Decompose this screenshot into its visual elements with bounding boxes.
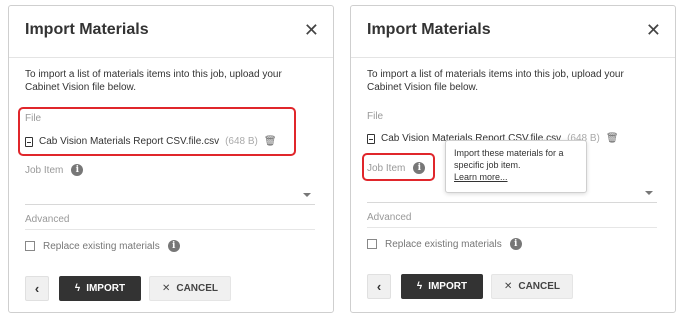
import-button-label: IMPORT: [428, 281, 468, 292]
chevron-down-icon[interactable]: [303, 193, 311, 197]
tooltip-text: Import these materials for a specific jo…: [454, 148, 564, 170]
dialog-title: Import Materials: [25, 21, 149, 38]
import-dialog-left: Import Materials ✕ To import a list of m…: [8, 5, 334, 313]
select-underline: [25, 204, 315, 205]
close-icon[interactable]: ✕: [646, 20, 661, 41]
lightning-icon: ϟ: [74, 283, 81, 294]
close-icon[interactable]: ✕: [304, 20, 319, 41]
back-button[interactable]: ‹: [367, 274, 391, 299]
cancel-button-label: CANCEL: [518, 281, 561, 292]
replace-materials-row: Replace existing materials i: [367, 238, 522, 250]
import-button[interactable]: ϟ IMPORT: [401, 274, 483, 299]
trash-icon[interactable]: 🗑: [606, 133, 619, 144]
divider: [25, 229, 315, 230]
dialog-title: Import Materials: [367, 21, 491, 38]
divider: [367, 227, 657, 228]
learn-more-link[interactable]: Learn more...: [454, 172, 508, 182]
lightning-icon: ϟ: [416, 281, 423, 292]
info-icon[interactable]: i: [167, 240, 180, 252]
close-icon: ✕: [161, 283, 171, 294]
dialog-description: To import a list of materials items into…: [367, 69, 624, 93]
replace-materials-checkbox[interactable]: [25, 241, 35, 251]
import-button-label: IMPORT: [86, 283, 126, 294]
close-icon: ✕: [503, 281, 513, 292]
import-button[interactable]: ϟ IMPORT: [59, 276, 141, 301]
replace-materials-label: Replace existing materials: [43, 240, 160, 252]
replace-materials-checkbox[interactable]: [367, 239, 377, 249]
job-item-highlight: [362, 153, 435, 181]
dialog-header: Import Materials ✕: [351, 6, 675, 58]
job-item-label-row: Job Item i: [25, 164, 84, 176]
chevron-left-icon: ‹: [34, 281, 40, 296]
cancel-button-label: CANCEL: [176, 283, 219, 294]
select-underline: [367, 202, 657, 203]
back-button[interactable]: ‹: [25, 276, 49, 301]
chevron-left-icon: ‹: [376, 279, 382, 294]
advanced-label: Advanced: [367, 212, 412, 223]
job-item-label: Job Item: [25, 164, 64, 176]
file-label: File: [367, 111, 384, 122]
cancel-button[interactable]: ✕ CANCEL: [491, 274, 573, 299]
advanced-label: Advanced: [25, 214, 70, 225]
chevron-down-icon[interactable]: [645, 191, 653, 195]
dialog-description: To import a list of materials items into…: [25, 69, 282, 93]
info-tooltip: Import these materials for a specific jo…: [445, 140, 587, 193]
info-icon[interactable]: i: [71, 164, 84, 176]
replace-materials-row: Replace existing materials i: [25, 240, 180, 252]
file-highlight: [18, 107, 296, 156]
info-icon[interactable]: i: [509, 238, 522, 250]
cancel-button[interactable]: ✕ CANCEL: [149, 276, 231, 301]
replace-materials-label: Replace existing materials: [385, 238, 502, 250]
document-icon: [367, 133, 375, 144]
job-item-select[interactable]: [25, 184, 315, 204]
dialog-header: Import Materials ✕: [9, 6, 333, 58]
